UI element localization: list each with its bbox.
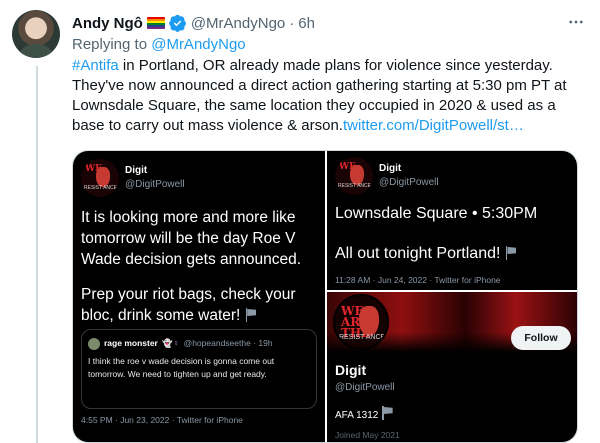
quote-name: rage monster bbox=[104, 338, 158, 348]
quote-avatar bbox=[88, 338, 100, 350]
black-flag-icon bbox=[505, 246, 517, 260]
quote-text: I think the roe v wade decision is gonna… bbox=[88, 356, 275, 379]
post-text-p1: It is looking more and more like tomorro… bbox=[81, 209, 302, 268]
more-options-icon[interactable] bbox=[564, 10, 588, 34]
mask-icon bbox=[350, 165, 364, 185]
call-text: All out tonight Portland! bbox=[335, 245, 501, 262]
author-name[interactable]: Andy Ngô bbox=[72, 15, 143, 32]
account-logo: WE RESIST ANCE bbox=[335, 157, 373, 195]
black-flag-icon bbox=[245, 308, 257, 322]
post-footer: 11:28 AM · Jun 24, 2022 · Twitter for iP… bbox=[335, 275, 501, 285]
separator-dot: · bbox=[289, 14, 295, 32]
profile-name: Digit bbox=[335, 362, 367, 378]
profile-joined: Joined May 2021 bbox=[335, 430, 400, 440]
account-handle: @DigitPowell bbox=[125, 179, 185, 190]
tweet-url-link[interactable]: twitter.com/DigitPowell/st… bbox=[343, 117, 524, 134]
post-text: It is looking more and more like tomorro… bbox=[81, 207, 321, 326]
quote-handle: @hopeandseethe bbox=[183, 338, 251, 348]
account-handle: @DigitPowell bbox=[379, 177, 439, 188]
logo-subtext: RESIST ANCE bbox=[338, 183, 371, 189]
post-footer: 4:55 PM · Jun 23, 2022 · Twitter for iPh… bbox=[81, 415, 243, 425]
profile-bio: AFA 1312 bbox=[335, 406, 393, 421]
profile-handle: @DigitPowell bbox=[335, 382, 395, 393]
location-line: Lownsdale Square • 5:30PM bbox=[335, 205, 538, 222]
mask-icon bbox=[359, 306, 379, 336]
screenshot-top-right[interactable]: WE RESIST ANCE Digit @DigitPowell Lownsd… bbox=[327, 151, 577, 290]
thread-line bbox=[36, 66, 38, 443]
mask-icon bbox=[96, 167, 110, 187]
account-name: Digit bbox=[379, 163, 402, 174]
hashtag-link[interactable]: #Antifa bbox=[72, 57, 119, 74]
screenshot-left[interactable]: WE RESIST ANCE Digit @DigitPowell It is … bbox=[73, 151, 325, 442]
media-grid[interactable]: WE RESIST ANCE Digit @DigitPowell It is … bbox=[72, 150, 578, 443]
reply-to-link[interactable]: @MrAndyNgo bbox=[151, 36, 245, 53]
profile-logo: WE ARE THE RESIST ANCE bbox=[333, 294, 389, 350]
avatar[interactable] bbox=[12, 10, 60, 58]
bio-text: AFA 1312 bbox=[335, 410, 379, 421]
replying-to: Replying to @MrAndyNgo bbox=[72, 36, 246, 53]
quoted-tweet: rage monster 👻♀ @hopeandseethe · 19h I t… bbox=[81, 329, 317, 409]
tweet-time[interactable]: 6h bbox=[298, 15, 315, 32]
logo-subtext: RESIST ANCE bbox=[84, 185, 117, 191]
rainbow-flag-icon bbox=[146, 17, 165, 29]
logo-subtext: RESIST ANCE bbox=[339, 334, 386, 341]
account-name: Digit bbox=[125, 165, 148, 176]
ghost-icon: 👻♀ bbox=[162, 338, 180, 348]
black-flag-icon bbox=[381, 406, 393, 420]
quote-time: 19h bbox=[258, 338, 273, 348]
post-text-p2: Prep your riot bags, check your bloc, dr… bbox=[81, 286, 296, 324]
tweet-header: Andy Ngô @MrAndyNgo · 6h bbox=[72, 12, 315, 34]
tweet-text: #Antifa in Portland, OR already made pla… bbox=[72, 56, 592, 136]
author-handle[interactable]: @MrAndyNgo bbox=[191, 15, 285, 32]
quote-header: rage monster 👻♀ @hopeandseethe · 19h bbox=[104, 338, 273, 349]
reply-prefix: Replying to bbox=[72, 36, 148, 53]
quote-sep: · bbox=[253, 338, 257, 348]
follow-button[interactable]: Follow bbox=[511, 326, 571, 350]
verified-badge-icon bbox=[168, 14, 186, 32]
call-line: All out tonight Portland! bbox=[335, 245, 517, 263]
account-logo: WE RESIST ANCE bbox=[81, 159, 119, 197]
screenshot-profile[interactable]: WE ARE THE RESIST ANCE Follow Digit @Dig… bbox=[327, 292, 577, 442]
